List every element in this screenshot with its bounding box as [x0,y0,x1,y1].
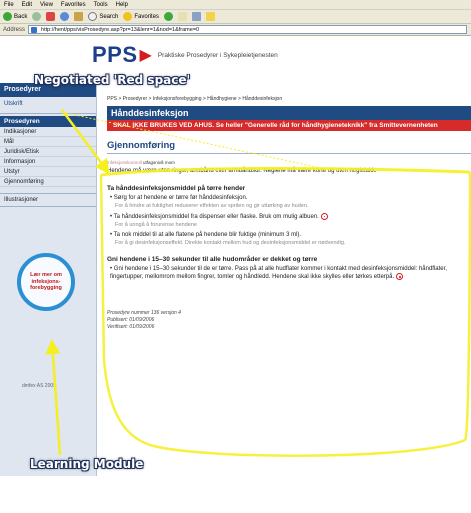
step-item: • Ta hånddesinfeksjonsmiddel fra dispens… [107,212,471,222]
sidebar-item-juridisk[interactable]: Juridisk/Etisk [0,147,96,157]
search-button[interactable]: Search [88,12,118,21]
meta-link-2[interactable]: mom [165,160,175,165]
step-item: • Gni hendene i 15–30 sekunder til de er… [110,265,447,281]
meta-link-1[interactable]: utfagsnivå [143,160,164,165]
sidebar-item-prosedyren[interactable]: Prosedyren [0,116,96,127]
step-text: Ta hånddesinfeksjonsmiddel fra dispenser… [113,213,319,220]
learning-module-button[interactable]: Lær mer om infeksjons-forebygging [17,253,75,311]
logo-tagline: Praktiske Prosedyrer i Sykepleietjeneste… [157,51,278,59]
logo-mark: PPS [92,42,138,67]
meta-prefix: Infeksjonskontroll [107,160,142,165]
page-title: Hånddesinfeksjon [107,106,471,120]
step-list-1: • Sørg for at hendene er tørre før håndd… [107,195,471,247]
menu-help[interactable]: Help [116,2,128,8]
subsection-title-2: Gni hendene i 15–30 sekunder til alle hu… [107,255,318,263]
breadcrumb[interactable]: PPS > Prosedyrer > Infeksjonsforebygging… [107,96,471,102]
sidebar-item-gjennomforing[interactable]: Gjennomføring [0,177,96,187]
sidebar-divider [0,113,96,114]
print-icon[interactable] [192,12,202,21]
step-text: Sørg for at hendene er tørre før hånddes… [113,194,248,201]
pps-logo: PPS ▶ Praktiske Prosedyrer i Sykepleietj… [92,42,278,68]
menu-edit[interactable]: Edit [22,2,32,8]
url-field[interactable]: http://hent/pps/visProsedyre.asp?pr=13&l… [28,25,467,34]
search-icon [88,12,98,21]
main-content: PPS > Prosedyrer > Infeksjonsforebygging… [107,96,471,331]
section-title: Gjennomføring [107,140,471,154]
intro-text: Hendene må være uten ringer, armbånd ell… [107,168,377,174]
verified-date: Verifisert: 01/09/2006 [107,323,155,330]
sidebar-item-informasjon[interactable]: Informasjon [0,157,96,167]
sidebar-item-illustrasjoner[interactable]: Illustrasjoner [0,193,96,207]
star-icon [123,12,133,21]
home-icon[interactable] [74,12,84,21]
back-button[interactable]: Back [3,12,27,21]
forward-arrow-icon[interactable] [32,12,42,21]
subsection-title-1: Ta hånddesinfeksjonsmiddel på tørre hend… [107,184,246,192]
warning-banner: SKAL IKKE BRUKES VED AHUS. Se heller "Ge… [107,120,471,131]
sidebar-item-utstyr[interactable]: Utstyr [0,167,96,177]
browser-toolbar: Back Search Favorites [0,10,471,24]
print-link[interactable]: Utskrift [0,97,96,111]
sidebar-item-maal[interactable]: Mål [0,137,96,147]
favorites-button[interactable]: Favorites [123,12,159,21]
step-item: • Sørg for at hendene er tørre før håndd… [110,194,248,201]
menu-view[interactable]: View [40,2,53,8]
favorites-label: Favorites [134,13,160,20]
mail-icon[interactable] [178,12,188,21]
history-icon[interactable] [164,12,174,21]
menu-bar: File Edit View Favorites Tools Help [0,0,471,10]
address-bar: Address http://hent/pps/visProsedyre.asp… [0,24,471,36]
menu-file[interactable]: File [4,2,14,8]
illustration-icon[interactable] [396,273,404,281]
step-note: For å unngå å forurense hendene [115,221,197,228]
logo-arrow-icon: ▶ [139,47,152,64]
back-label: Back [14,13,28,20]
procedure-footer: Prosedyre nummer 136 versjon 4 Publisert… [107,310,471,330]
menu-favorites[interactable]: Favorites [61,2,86,8]
left-sidebar: Prosedyrer Utskrift Prosedyren Indikasjo… [0,83,97,476]
step-item: • Ta nok middel til at alle flatene på h… [110,231,302,238]
illustration-icon[interactable] [320,212,328,220]
step-note: For å gi desinfeksjonseffekt. Direkte ko… [115,239,346,246]
stop-icon[interactable] [46,12,56,21]
step-note: For å hindre at fuktighet reduserer effe… [115,202,309,209]
copyright-text: dmfex AS 2005 [22,383,56,389]
step-text: Ta nok middel til at alle flatene på hen… [113,231,302,238]
published-date: Publisert: 01/09/2006 [107,317,155,324]
annotation-red-space: Negotiated 'Red space' [34,73,191,87]
refresh-icon[interactable] [60,12,70,21]
back-arrow-icon [3,12,12,21]
procedure-number: Prosedyre nummer 136 versjon 4 [107,310,181,317]
search-label: Search [99,13,119,20]
meta-line: Infeksjonskontroll utfagsnivå mom [107,160,471,165]
annotation-learning-module: Learning Module [30,457,144,471]
menu-tools[interactable]: Tools [94,2,108,8]
address-label: Address [3,26,26,33]
sidebar-item-indikasjoner[interactable]: Indikasjoner [0,127,96,137]
folder-icon[interactable] [206,12,216,21]
